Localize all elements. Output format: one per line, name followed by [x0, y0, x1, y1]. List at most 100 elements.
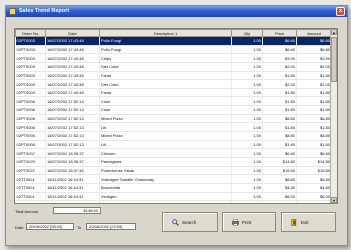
table-row[interactable]: 02PT0003 16/07/2002 17:43:48 Diet Coke 1.00… — [15, 79, 332, 89]
table-row[interactable]: 02PT0006 16/07/2002 17:52:13 Coke 1.00 $1.80… — [15, 105, 332, 115]
column-header-qty[interactable]: Qty — [231, 29, 263, 37]
sales-grid[interactable]: Order No. Date Description 1 Qty Price A… — [14, 28, 338, 204]
price-cell: $6.00 — [262, 192, 297, 202]
table-row[interactable]: 02PT0020 16/07/2002 18:35:37 Parmigiana 1.0… — [15, 157, 332, 167]
order-no-cell: 02PT0003 — [15, 53, 46, 63]
date-cell: 16/07/2002 17:52:13 — [45, 131, 100, 141]
price-cell: $1.80 — [262, 122, 297, 133]
table-row[interactable]: 02PT0021 16/07/2002 18:37:45 Porterhouse S… — [15, 166, 332, 176]
description-cell: Coke — [99, 105, 232, 115]
table-row[interactable]: 02TT0001 18/11/2002 16:44:31 Bruschetta 1.0… — [15, 183, 332, 193]
table-row[interactable]: 02PT0003 16/07/2002 17:43:48 Fanta 1.00 $1.8… — [15, 88, 332, 98]
column-header-price[interactable]: Price — [262, 29, 297, 37]
date-cell: 16/07/2002 17:43:48 — [45, 88, 100, 98]
qty-cell: 1.00 — [231, 131, 263, 141]
column-header-order-no[interactable]: Order No. — [15, 29, 46, 37]
qty-cell: 1.00 — [231, 192, 263, 202]
price-cell: $1.80 — [262, 200, 297, 203]
table-row[interactable]: 02TT0001 18/11/2002 16:44:31 Vindigen 1.00 $… — [15, 192, 332, 202]
qty-cell: 1.00 — [231, 148, 263, 158]
column-header-date[interactable]: Date — [45, 29, 100, 37]
order-no-cell: 02PT0020 — [15, 157, 46, 167]
qty-cell: 1.00 — [231, 157, 263, 167]
date-cell: 16/07/2002 17:52:13 — [45, 105, 100, 115]
description-cell: Fanta — [99, 71, 232, 81]
scroll-thumb[interactable] — [331, 37, 337, 82]
exit-button-label: Exit — [301, 220, 309, 225]
exit-button[interactable]: Exit — [281, 212, 336, 232]
scroll-down-icon[interactable]: ▼ — [331, 197, 337, 203]
table-row[interactable]: 02PT0006 16/07/2002 17:52:13 Mixed Pizza 1.… — [15, 114, 332, 124]
description-cell: Chips — [99, 200, 232, 203]
price-cell: $1.80 — [262, 88, 297, 98]
column-header-amount[interactable]: Amount — [296, 29, 332, 37]
date-cell: 18/11/2002 16:44:31 — [45, 174, 100, 184]
amount-cell: $2.00 — [296, 62, 332, 72]
table-row[interactable]: 02TT000118/11/2002 16:44:31Chips1.00$1.8… — [15, 200, 332, 203]
date-to-field[interactable]: 20/06/2002 [23:59] — [86, 223, 136, 230]
sales-table: Order No. Date Description 1 Qty Price A… — [15, 29, 332, 203]
description-cell: Lilt — [99, 122, 232, 133]
qty-cell: 1.00 — [231, 45, 263, 55]
description-cell: Pollo Fungi — [99, 45, 232, 55]
table-row[interactable]: 02PT0003 16/07/2002 17:43:48 Fanta 1.00 $1.8… — [15, 71, 332, 81]
search-button[interactable]: Search — [162, 212, 218, 232]
table-row[interactable]: 02PT0006 16/07/2002 17:52:13 Coke 1.00 $1.80… — [15, 96, 332, 107]
price-cell: $1.80 — [262, 105, 297, 115]
price-cell: $8.80 — [262, 131, 297, 141]
date-cell: 16/07/2002 18:37:45 — [45, 166, 100, 176]
description-cell: Mixed Pizza — [99, 114, 232, 124]
amount-cell: $15.80 — [296, 166, 332, 176]
table-row[interactable]: 02PT0006 16/07/2002 17:52:13 Lilt 1.00 $1.80… — [15, 122, 332, 133]
qty-cell: 1.00 — [231, 62, 263, 72]
qty-cell: 1.00 — [231, 122, 263, 133]
description-cell: Chicken — [99, 148, 232, 158]
amount-cell: $14.80 — [296, 157, 332, 167]
table-row[interactable]: 02PT0003 16/07/2002 17:43:48 Pollo Fungi 1.… — [15, 45, 332, 55]
amount-cell: $2.00 — [296, 79, 332, 89]
amount-cell: $3.90 — [296, 53, 332, 63]
total-amount-label: Total Amount — [15, 209, 39, 214]
scroll-up-icon[interactable]: ▲ — [331, 29, 337, 35]
close-button[interactable]: × — [336, 7, 345, 16]
description-cell: Mixed Pizza — [99, 131, 232, 141]
date-to-label: To — [77, 225, 82, 230]
price-cell: $4.80 — [262, 183, 297, 193]
app-icon — [9, 8, 16, 15]
date-from-field[interactable]: 20/06/2002 [08:00] — [26, 223, 74, 230]
table-row[interactable]: 02PT0003 16/07/2002 17:43:48 Pollo Fungi 1.… — [15, 36, 332, 46]
print-button[interactable]: Print — [222, 212, 276, 232]
order-no-cell: 02PT0003 — [15, 36, 46, 46]
table-row[interactable]: 02TT0001 18/11/2002 16:44:31 Volkragler Sa… — [15, 174, 332, 184]
order-no-cell: 02PT0006 — [15, 114, 46, 124]
qty-cell: 1.00 — [231, 105, 263, 115]
order-no-cell: 02PT0006 — [15, 122, 46, 133]
price-cell: $6.80 — [262, 148, 297, 158]
date-cell: 16/07/2002 17:43:48 — [45, 79, 100, 89]
description-cell: Parmigiana — [99, 157, 232, 167]
order-no-cell: 02PT0003 — [15, 45, 46, 55]
search-button-label: Search — [182, 220, 197, 225]
vertical-scrollbar[interactable]: ▲ ▼ — [330, 29, 337, 203]
price-cell: $2.00 — [262, 79, 297, 89]
table-row[interactable]: 02PT0006 16/07/2002 17:52:13 Lilt 1.00 $1.80… — [15, 140, 332, 150]
header-row: Order No. Date Description 1 Qty Price A… — [15, 29, 332, 37]
qty-cell: 1.00 — [231, 174, 263, 184]
price-cell: $14.80 — [262, 157, 297, 167]
date-cell: 16/07/2002 17:52:13 — [45, 96, 100, 107]
column-header-description[interactable]: Description 1 — [99, 29, 232, 37]
table-row[interactable]: 02PT0006 16/07/2002 17:52:13 Mixed Pizza 1.… — [15, 131, 332, 141]
table-row[interactable]: 02PT0003 16/07/2002 17:43:48 Diet Coke 1.00… — [15, 62, 332, 72]
qty-cell: 1.00 — [231, 36, 263, 46]
printer-icon — [232, 219, 239, 226]
qty-cell: 1.00 — [231, 88, 263, 98]
table-row[interactable]: 02PT0007 16/07/2002 18:35:37 Chicken 1.00 $6… — [15, 148, 332, 158]
description-cell: Coke — [99, 96, 232, 107]
title-bar[interactable]: Sales Trend Report × — [6, 6, 347, 17]
amount-cell: $6.80 — [296, 148, 332, 158]
table-row[interactable]: 02PT0003 16/07/2002 17:43:48 Chips 1.00 $3.9… — [15, 53, 332, 63]
date-cell: 16/07/2002 17:43:48 — [45, 53, 100, 63]
table-body: 02PT0003 16/07/2002 17:43:48 Pollo Fungi 1.… — [15, 36, 332, 203]
close-icon: × — [338, 8, 343, 15]
amount-cell: $1.80 — [296, 96, 332, 107]
